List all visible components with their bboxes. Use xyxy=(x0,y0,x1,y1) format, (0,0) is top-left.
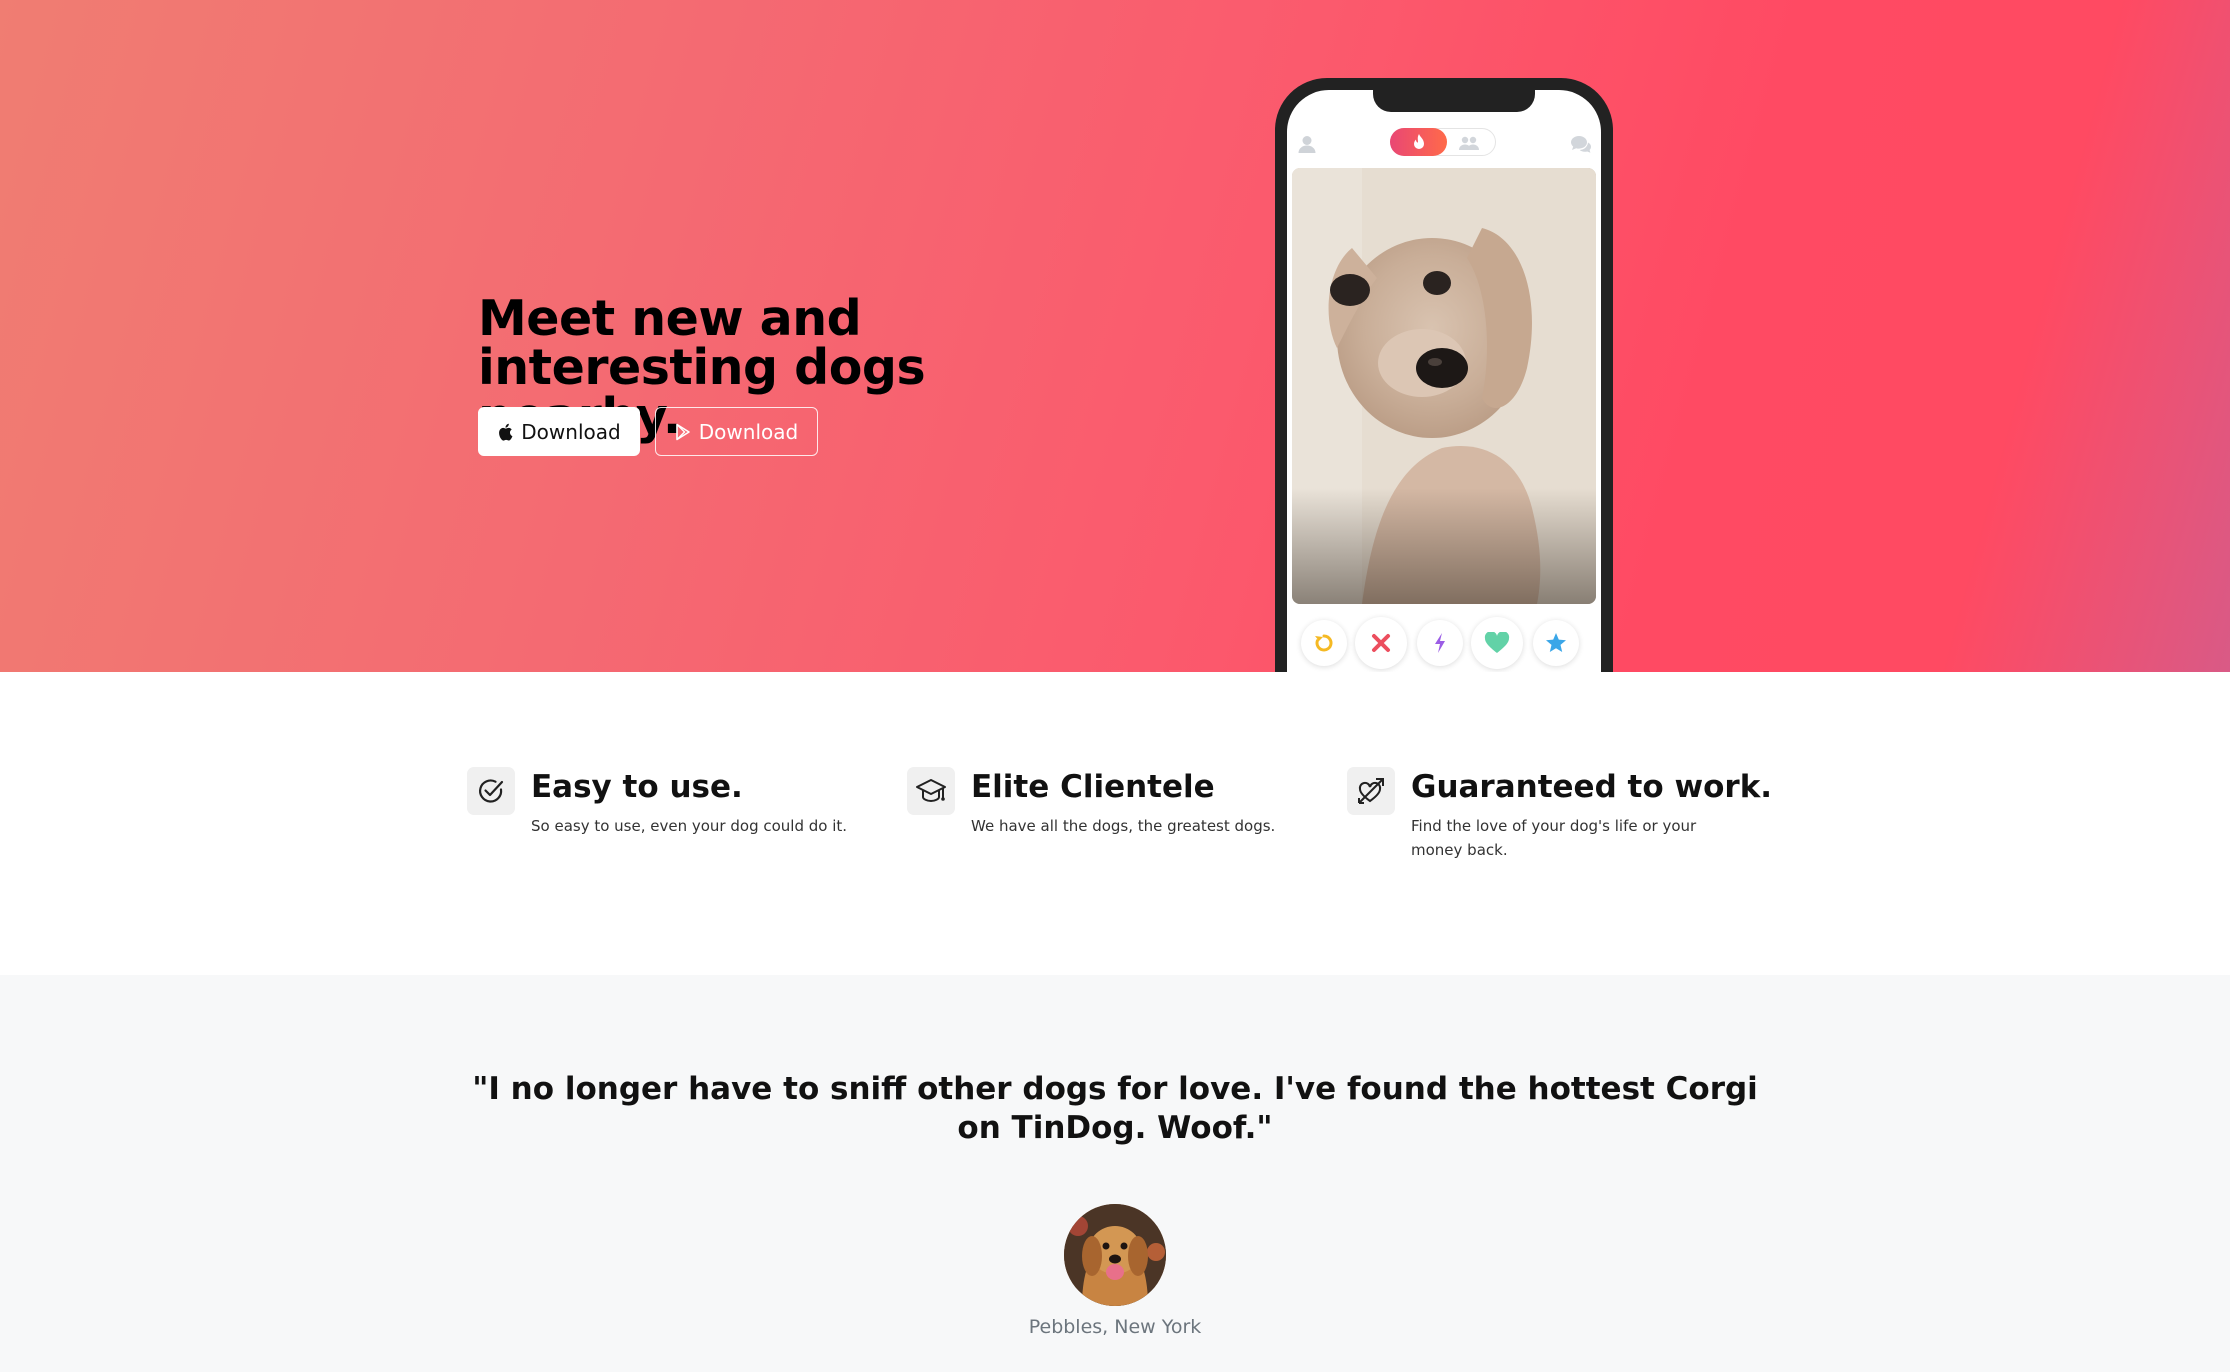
super-like-button[interactable] xyxy=(1533,620,1579,666)
rewind-icon xyxy=(1315,634,1333,652)
apple-download-button[interactable]: Download xyxy=(478,407,640,456)
google-play-download-label: Download xyxy=(698,419,799,444)
nope-icon xyxy=(1372,634,1390,652)
super-like-icon xyxy=(1546,633,1566,652)
apple-icon xyxy=(499,423,513,441)
graduation-cap-icon xyxy=(916,779,946,803)
feature-icon-box xyxy=(1347,767,1395,815)
avatar xyxy=(1064,1204,1166,1306)
nope-button[interactable] xyxy=(1355,617,1407,669)
toggle-active[interactable] xyxy=(1390,128,1447,156)
feature-icon-box xyxy=(467,767,515,815)
swipe-actions xyxy=(1287,612,1601,672)
testimonial-quote: "I no longer have to sniff other dogs fo… xyxy=(472,1071,1758,1146)
profile-icon xyxy=(1298,136,1316,153)
heart-arrow-icon xyxy=(1358,778,1384,804)
group-icon xyxy=(1459,136,1479,150)
dog-avatar-image xyxy=(1064,1204,1166,1306)
chat-icon xyxy=(1571,136,1591,153)
testimonial-section: "I no longer have to sniff other dogs fo… xyxy=(0,975,2230,1372)
dog-illustration xyxy=(1292,168,1596,604)
feature-title: Elite Clientele xyxy=(971,769,1215,805)
check-circle-icon xyxy=(479,779,504,803)
apple-download-label: Download xyxy=(521,419,621,444)
like-button[interactable] xyxy=(1471,617,1523,669)
boost-button[interactable] xyxy=(1417,620,1463,666)
google-play-icon xyxy=(675,423,690,440)
flame-icon xyxy=(1413,134,1424,149)
feature-title: Guaranteed to work. xyxy=(1411,769,1773,805)
phone-notch xyxy=(1373,90,1535,112)
feature-text: We have all the dogs, the greatest dogs. xyxy=(971,817,1276,835)
features-section: Easy to use. So easy to use, even your d… xyxy=(0,672,2230,975)
phone-mockup xyxy=(1275,78,1613,672)
phone-screen xyxy=(1287,90,1601,672)
feature-text: So easy to use, even your dog could do i… xyxy=(531,817,848,835)
feature-icon-box xyxy=(907,767,955,815)
feature-text: Find the love of your dog's life or your… xyxy=(1411,817,1697,859)
dog-profile-photo[interactable] xyxy=(1292,168,1596,604)
feature-title: Easy to use. xyxy=(531,769,743,805)
rewind-button[interactable] xyxy=(1301,620,1347,666)
testimonial-author: Pebbles, New York xyxy=(1028,1316,1202,1338)
hero-section: Meet new and interesting dogs nearby. Do… xyxy=(0,0,2230,672)
like-icon xyxy=(1484,632,1510,653)
google-play-download-button[interactable]: Download xyxy=(655,407,818,456)
boost-icon xyxy=(1435,633,1445,653)
